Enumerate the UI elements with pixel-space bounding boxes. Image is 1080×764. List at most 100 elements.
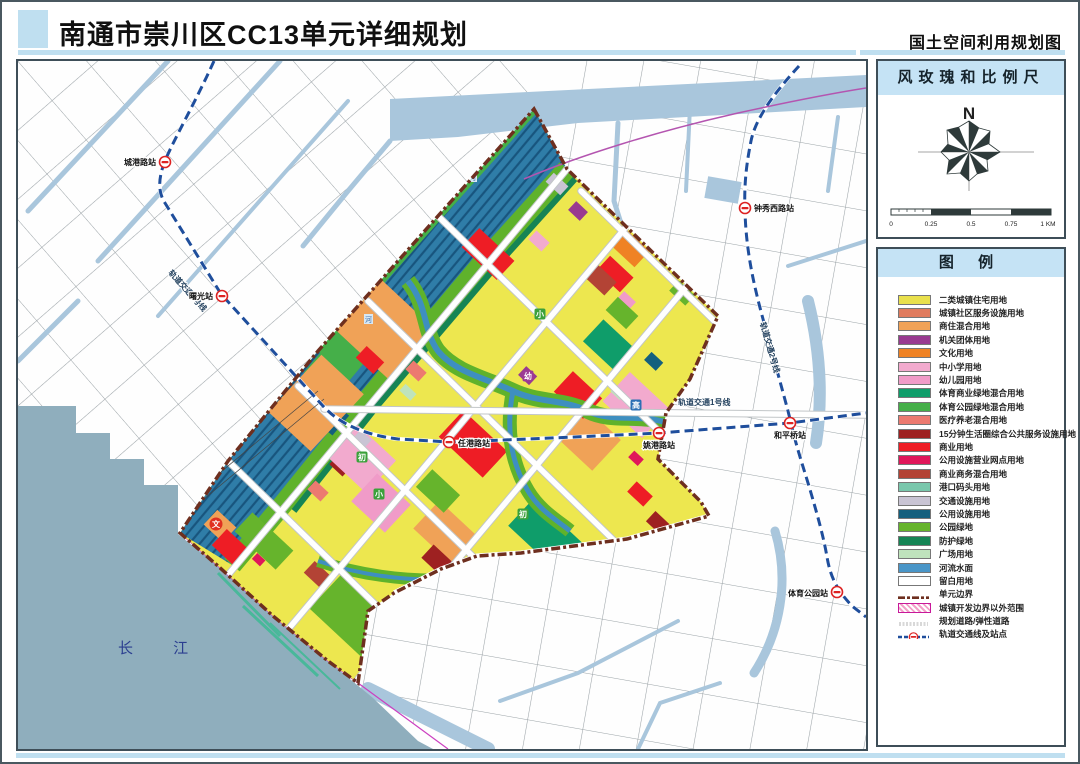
station-zhongxiuxilu: 钟秀西路站: [740, 203, 795, 214]
legend-swatch: [898, 442, 931, 452]
legend-label: 规划道路/弹性道路: [939, 615, 1009, 627]
legend-item: 交通设施用地: [898, 494, 1064, 507]
svg-text:1 KM: 1 KM: [1040, 221, 1055, 228]
svg-text:初: 初: [519, 509, 527, 519]
legend-label: 城镇开发边界以外范围: [939, 602, 1024, 614]
legend-item: 留白用地: [898, 574, 1064, 587]
station-shuguang: 曙光站: [189, 291, 228, 302]
page-title: 南通市崇川区CC13单元详细规划: [59, 13, 468, 52]
legend-item: 规划道路/弹性道路: [898, 614, 1064, 627]
title-accent-square: [18, 10, 48, 48]
legend-item: 二类城镇住宅用地: [898, 293, 1064, 306]
legend-label: 15分钟生活圈综合公共服务设施用地: [939, 428, 1076, 440]
legend-swatch: [898, 415, 931, 425]
legend-label: 文化用地: [939, 347, 973, 359]
windrose-panel: 风玫瑰和比例尺 N: [876, 59, 1066, 239]
legend-item: 公用设施营业网点用地: [898, 454, 1064, 467]
svg-text:0.75: 0.75: [1005, 221, 1018, 228]
legend-swatch: [898, 321, 931, 331]
legend-label: 城镇社区服务设施用地: [939, 307, 1024, 319]
legend-swatch: [898, 536, 931, 546]
legend-swatch: [898, 576, 931, 586]
legend-item: 15分钟生活圈综合公共服务设施用地: [898, 427, 1064, 440]
legend-item: 港口码头用地: [898, 480, 1064, 493]
legend-label: 二类城镇住宅用地: [939, 294, 1007, 306]
legend-label: 轨道交通线及站点: [939, 628, 1007, 640]
map-canvas: 长 江: [16, 59, 868, 751]
legend-swatch: [898, 388, 931, 398]
header-underline-left: [18, 50, 856, 55]
legend-label: 公用设施营业网点用地: [939, 454, 1024, 466]
legend-item: 体育公园绿地混合用地: [898, 400, 1064, 413]
legend-label: 体育公园绿地混合用地: [939, 401, 1024, 413]
svg-text:小: 小: [535, 309, 544, 319]
windrose-graphic: N: [878, 95, 1064, 237]
legend-item: 体育商业绿地混合用地: [898, 387, 1064, 400]
legend-item: 城镇开发边界以外范围: [898, 601, 1064, 614]
legend-label: 公园绿地: [939, 521, 973, 533]
legend-item: 公用设施用地: [898, 507, 1064, 520]
svg-text:0: 0: [889, 221, 893, 228]
yangtze-label: 长 江: [118, 640, 206, 657]
legend-item: 河流水面: [898, 561, 1064, 574]
legend-item: 文化用地: [898, 347, 1064, 360]
legend-swatch: [898, 589, 931, 599]
legend-swatch: [898, 348, 931, 358]
legend-label: 机关团体用地: [939, 334, 990, 346]
legend-label: 河流水面: [939, 562, 973, 574]
legend-item: 防护绿地: [898, 534, 1064, 547]
legend-swatch: [898, 522, 931, 532]
legend-label: 商业用地: [939, 441, 973, 453]
legend-swatch: [898, 362, 931, 372]
legend-swatch: [898, 563, 931, 573]
legend-swatch: [898, 455, 931, 465]
legend-label: 防护绿地: [939, 535, 973, 547]
svg-text:城港路站: 城港路站: [124, 157, 156, 167]
legend-swatch: [898, 629, 931, 639]
svg-text:曙光站: 曙光站: [189, 291, 213, 301]
legend-item: 单元边界: [898, 588, 1064, 601]
north-label: N: [963, 104, 975, 123]
legend-panel-title: 图 例: [878, 249, 1064, 277]
svg-text:姚港路站: 姚港路站: [642, 440, 675, 450]
legend-swatch: [898, 482, 931, 492]
legend-item: 公园绿地: [898, 521, 1064, 534]
legend-swatch: [898, 469, 931, 479]
svg-text:钟秀西路站: 钟秀西路站: [754, 203, 794, 213]
wind-rose: [941, 121, 1000, 181]
legend-item: 广场用地: [898, 547, 1064, 560]
station-rengang: 任港路站: [444, 437, 491, 449]
legend-swatch: [898, 429, 931, 439]
legend-label: 商住混合用地: [939, 320, 990, 332]
legend-swatch: [898, 496, 931, 506]
legend-item: 医疗养老混合用地: [898, 414, 1064, 427]
legend-item: 城镇社区服务设施用地: [898, 306, 1064, 319]
legend-swatch: [898, 509, 931, 519]
legend-label: 广场用地: [939, 548, 973, 560]
legend-label: 港口码头用地: [939, 481, 990, 493]
legend-item: 轨道交通线及站点: [898, 628, 1064, 641]
svg-text:河: 河: [365, 316, 372, 324]
svg-text:幼: 幼: [524, 371, 532, 381]
svg-text:0.5: 0.5: [966, 221, 975, 228]
legend-swatch: [898, 375, 931, 385]
legend-item: 机关团体用地: [898, 333, 1064, 346]
svg-text:0.25: 0.25: [925, 221, 938, 228]
scale-bar: 0 0.25 0.5 0.75 1 KM: [889, 209, 1055, 228]
legend-swatch: [898, 603, 931, 613]
legend-list: 二类城镇住宅用地城镇社区服务设施用地商住混合用地机关团体用地文化用地中小学用地幼…: [878, 277, 1064, 641]
svg-text:初: 初: [358, 452, 366, 462]
svg-text:和平桥站: 和平桥站: [774, 430, 806, 440]
legend-label: 中小学用地: [939, 361, 982, 373]
legend-label: 交通设施用地: [939, 495, 990, 507]
legend-swatch: [898, 402, 931, 412]
station-chenggang: 城港路站: [124, 157, 171, 168]
legend-label: 幼儿园用地: [939, 374, 982, 386]
legend-label: 单元边界: [939, 588, 973, 600]
line1-label-horizontal: 轨道交通1号线: [678, 397, 730, 407]
header-underline-right: [860, 50, 1065, 55]
svg-text:小: 小: [374, 489, 383, 499]
legend-item: 商业用地: [898, 440, 1064, 453]
planning-map-svg: 长 江: [18, 61, 866, 749]
legend-label: 公用设施用地: [939, 508, 990, 520]
